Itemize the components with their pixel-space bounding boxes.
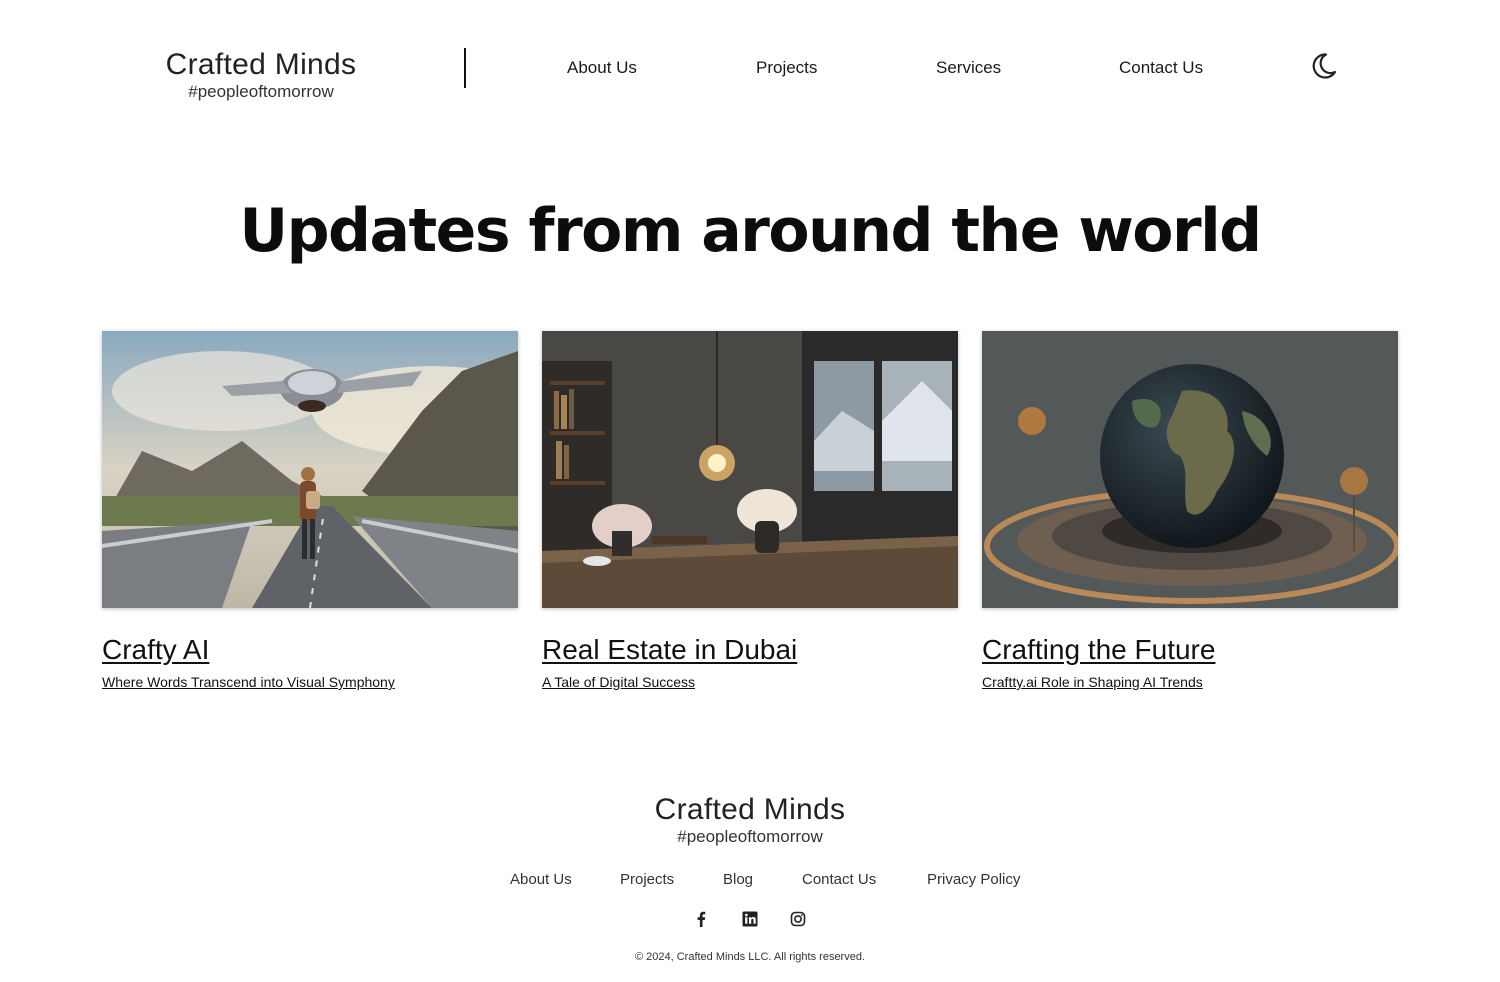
card-title[interactable]: Crafting the Future — [982, 634, 1398, 666]
footer-link-about-us[interactable]: About Us — [510, 871, 572, 888]
site-header: Crafted Minds #peopleoftomorrow About Us… — [0, 0, 1500, 135]
logo-tagline: #peopleoftomorrow — [188, 82, 334, 101]
footer-link-projects[interactable]: Projects — [620, 871, 674, 888]
nav-contact-us[interactable]: Contact Us — [1119, 58, 1203, 78]
page-title: Updates from around the world — [239, 196, 1262, 266]
logo-tagline: #peopleoftomorrow — [677, 827, 823, 846]
footer-link-privacy-policy[interactable]: Privacy Policy — [927, 871, 1020, 888]
footer-link-blog[interactable]: Blog — [723, 871, 753, 888]
nav-about-us[interactable]: About Us — [567, 58, 637, 78]
news-card: Crafting the Future Craftty.ai Role in S… — [982, 331, 1398, 690]
copyright-text: © 2024, Crafted Minds LLC. All rights re… — [634, 951, 866, 963]
nav-projects[interactable]: Projects — [756, 58, 817, 78]
card-subtitle[interactable]: Where Words Transcend into Visual Sympho… — [102, 674, 518, 690]
footer-link-contact-us[interactable]: Contact Us — [802, 871, 876, 888]
news-card: Real Estate in Dubai A Tale of Digital S… — [542, 331, 958, 690]
card-title[interactable]: Real Estate in Dubai — [542, 634, 958, 666]
moon-icon[interactable] — [1309, 52, 1337, 80]
news-card: Crafty AI Where Words Transcend into Vis… — [102, 331, 518, 690]
card-subtitle[interactable]: Craftty.ai Role in Shaping AI Trends — [982, 674, 1398, 690]
footer-logo[interactable]: Crafted Minds #peopleoftomorrow — [649, 793, 851, 846]
linkedin-icon[interactable] — [741, 910, 759, 928]
header-divider — [464, 48, 466, 88]
logo-brand: Crafted Minds — [654, 793, 846, 826]
modern-interior-table-image[interactable] — [542, 331, 958, 608]
card-subtitle[interactable]: A Tale of Digital Success — [542, 674, 958, 690]
globe-sculpture-image[interactable] — [982, 331, 1398, 608]
futuristic-aircraft-road-image[interactable] — [102, 331, 518, 608]
nav-services[interactable]: Services — [936, 58, 1001, 78]
instagram-icon[interactable] — [789, 910, 807, 928]
logo-brand: Crafted Minds — [165, 48, 357, 81]
facebook-icon[interactable] — [692, 910, 710, 928]
header-logo[interactable]: Crafted Minds #peopleoftomorrow — [160, 48, 362, 101]
card-title[interactable]: Crafty AI — [102, 634, 518, 666]
